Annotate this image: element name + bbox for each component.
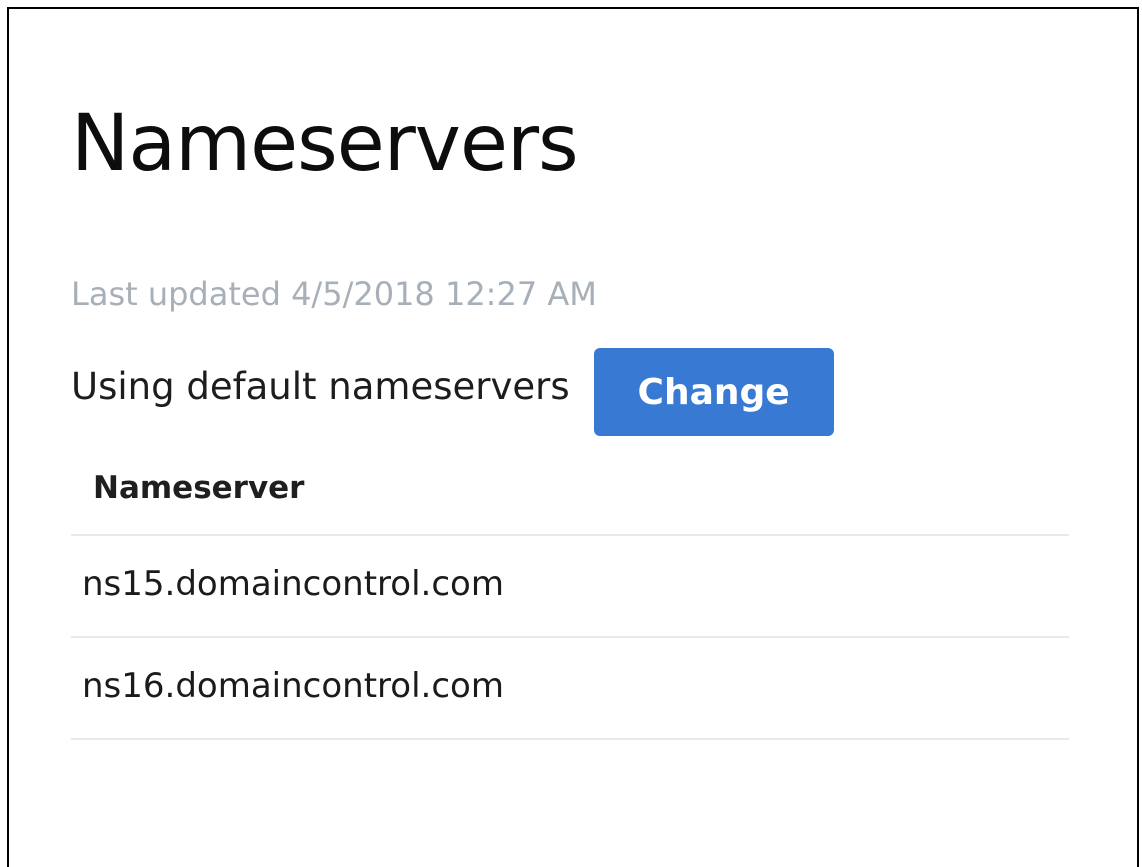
last-updated-timestamp: Last updated 4/5/2018 12:27 AM (71, 275, 597, 313)
table-row: ns16.domaincontrol.com (71, 638, 1069, 740)
change-button[interactable]: Change (593, 348, 834, 436)
page-title: Nameservers (71, 99, 579, 189)
column-header-nameserver: Nameserver (93, 470, 305, 506)
nameserver-status-text: Using default nameservers (71, 365, 570, 408)
nameserver-value: ns16.domaincontrol.com (82, 666, 504, 706)
nameserver-value: ns15.domaincontrol.com (82, 564, 504, 604)
table-header: Nameserver (71, 452, 1069, 536)
nameserver-table: Nameserver ns15.domaincontrol.com ns16.d… (71, 452, 1069, 740)
nameserver-status-row: Using default nameservers Change (71, 348, 834, 436)
table-row: ns15.domaincontrol.com (71, 536, 1069, 638)
